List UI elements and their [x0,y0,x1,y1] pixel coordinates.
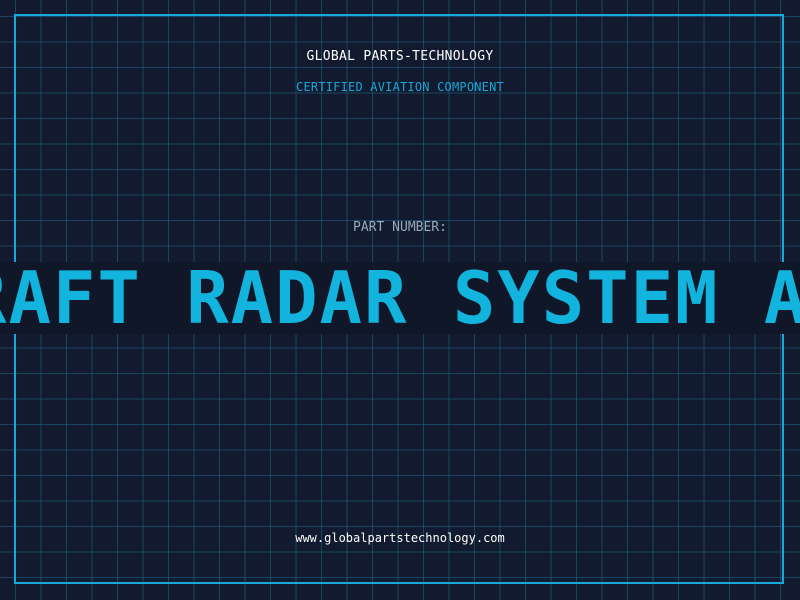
company-name: GLOBAL PARTS-TECHNOLOGY [306,49,494,64]
certificate-page: GLOBAL PARTS-TECHNOLOGY CERTIFIED AVIATI… [0,0,800,600]
part-number-scrolling-text: RAFT RADAR SYSTEM A [0,262,800,334]
part-number-label: PART NUMBER: [353,220,447,235]
certification-subtitle: CERTIFIED AVIATION COMPONENT [296,80,504,94]
website-url[interactable]: www.globalpartstechnology.com [0,531,800,545]
part-number-ticker: RAFT RADAR SYSTEM A [0,262,800,334]
